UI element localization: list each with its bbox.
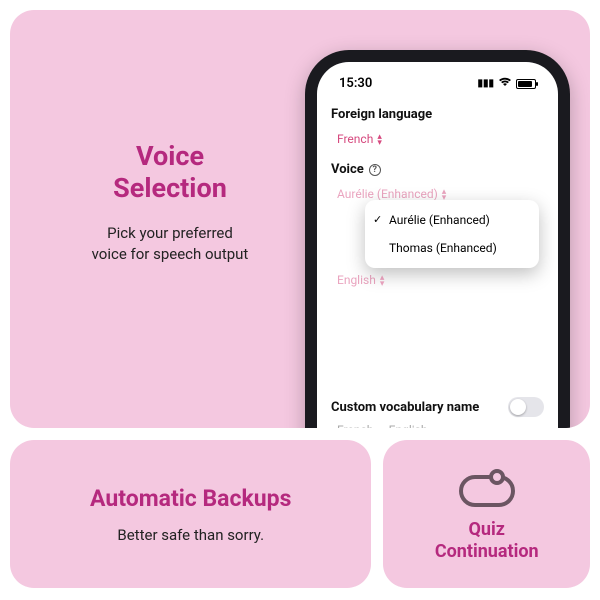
signal-icon: ▮▮▮ [477,78,494,89]
custom-vocab-label: Custom vocabulary name [331,400,479,415]
foreign-language-value: French [337,132,373,146]
custom-vocab-toggle[interactable] [508,397,544,417]
voice-label: Voice [331,162,364,177]
subtitle-line: voice for speech output [92,245,249,263]
backup-title: Automatic Backups [90,485,291,512]
voice-selection-text: Voice Selection Pick your preferred voic… [10,10,290,428]
phone-mockup: 15:30 ▮▮▮ Foreign language French ▴▾ Voi… [305,50,570,428]
voice-value: Aurélie (Enhanced) [337,187,438,201]
voice-selection-card: Voice Selection Pick your preferred voic… [10,10,590,428]
quiz-title: Quiz Continuation [435,519,539,562]
loop-icon [456,465,518,511]
battery-icon [516,79,536,89]
subtitle-line: Pick your preferred [107,224,233,242]
title-line: Voice [136,140,204,172]
foreign-language-select[interactable]: French ▴▾ [331,128,544,156]
backup-subtitle: Better safe than sorry. [117,526,264,544]
status-time: 15:30 [339,76,372,91]
quiz-continuation-card: Quiz Continuation [383,440,590,588]
quiz-title-line: Quiz [469,519,505,540]
card-title: Voice Selection [50,140,290,205]
custom-vocab-value: French — English [331,417,544,428]
chevron-updown-icon: ▴▾ [377,134,382,146]
dropdown-option-label: Aurélie (Enhanced) [389,213,490,227]
foreign-language-label: Foreign language [331,107,544,122]
bottom-cards: Automatic Backups Better safe than sorry… [10,440,590,588]
help-icon[interactable]: ? [369,164,381,176]
chevron-updown-icon: ▴▾ [380,275,385,287]
dropdown-option-label: Thomas (Enhanced) [389,241,497,255]
quiz-title-line: Continuation [435,541,539,562]
wifi-icon [498,76,512,91]
voice-label-row: Voice ? [331,162,544,177]
custom-vocab-row: Custom vocabulary name [331,397,544,417]
voice-dropdown[interactable]: Aurélie (Enhanced) Thomas (Enhanced) [365,200,539,268]
dropdown-option[interactable]: Aurélie (Enhanced) [365,206,539,234]
phone-screen: 15:30 ▮▮▮ Foreign language French ▴▾ Voi… [317,62,558,428]
automatic-backups-card: Automatic Backups Better safe than sorry… [10,440,371,588]
title-line: Selection [113,172,227,204]
second-language-value: English [337,273,376,287]
status-icons: ▮▮▮ [477,76,536,91]
status-bar: 15:30 ▮▮▮ [331,72,544,101]
card-subtitle: Pick your preferred voice for speech out… [50,223,290,265]
second-language-select[interactable]: English ▴▾ [331,269,544,297]
dropdown-option[interactable]: Thomas (Enhanced) [365,234,539,262]
